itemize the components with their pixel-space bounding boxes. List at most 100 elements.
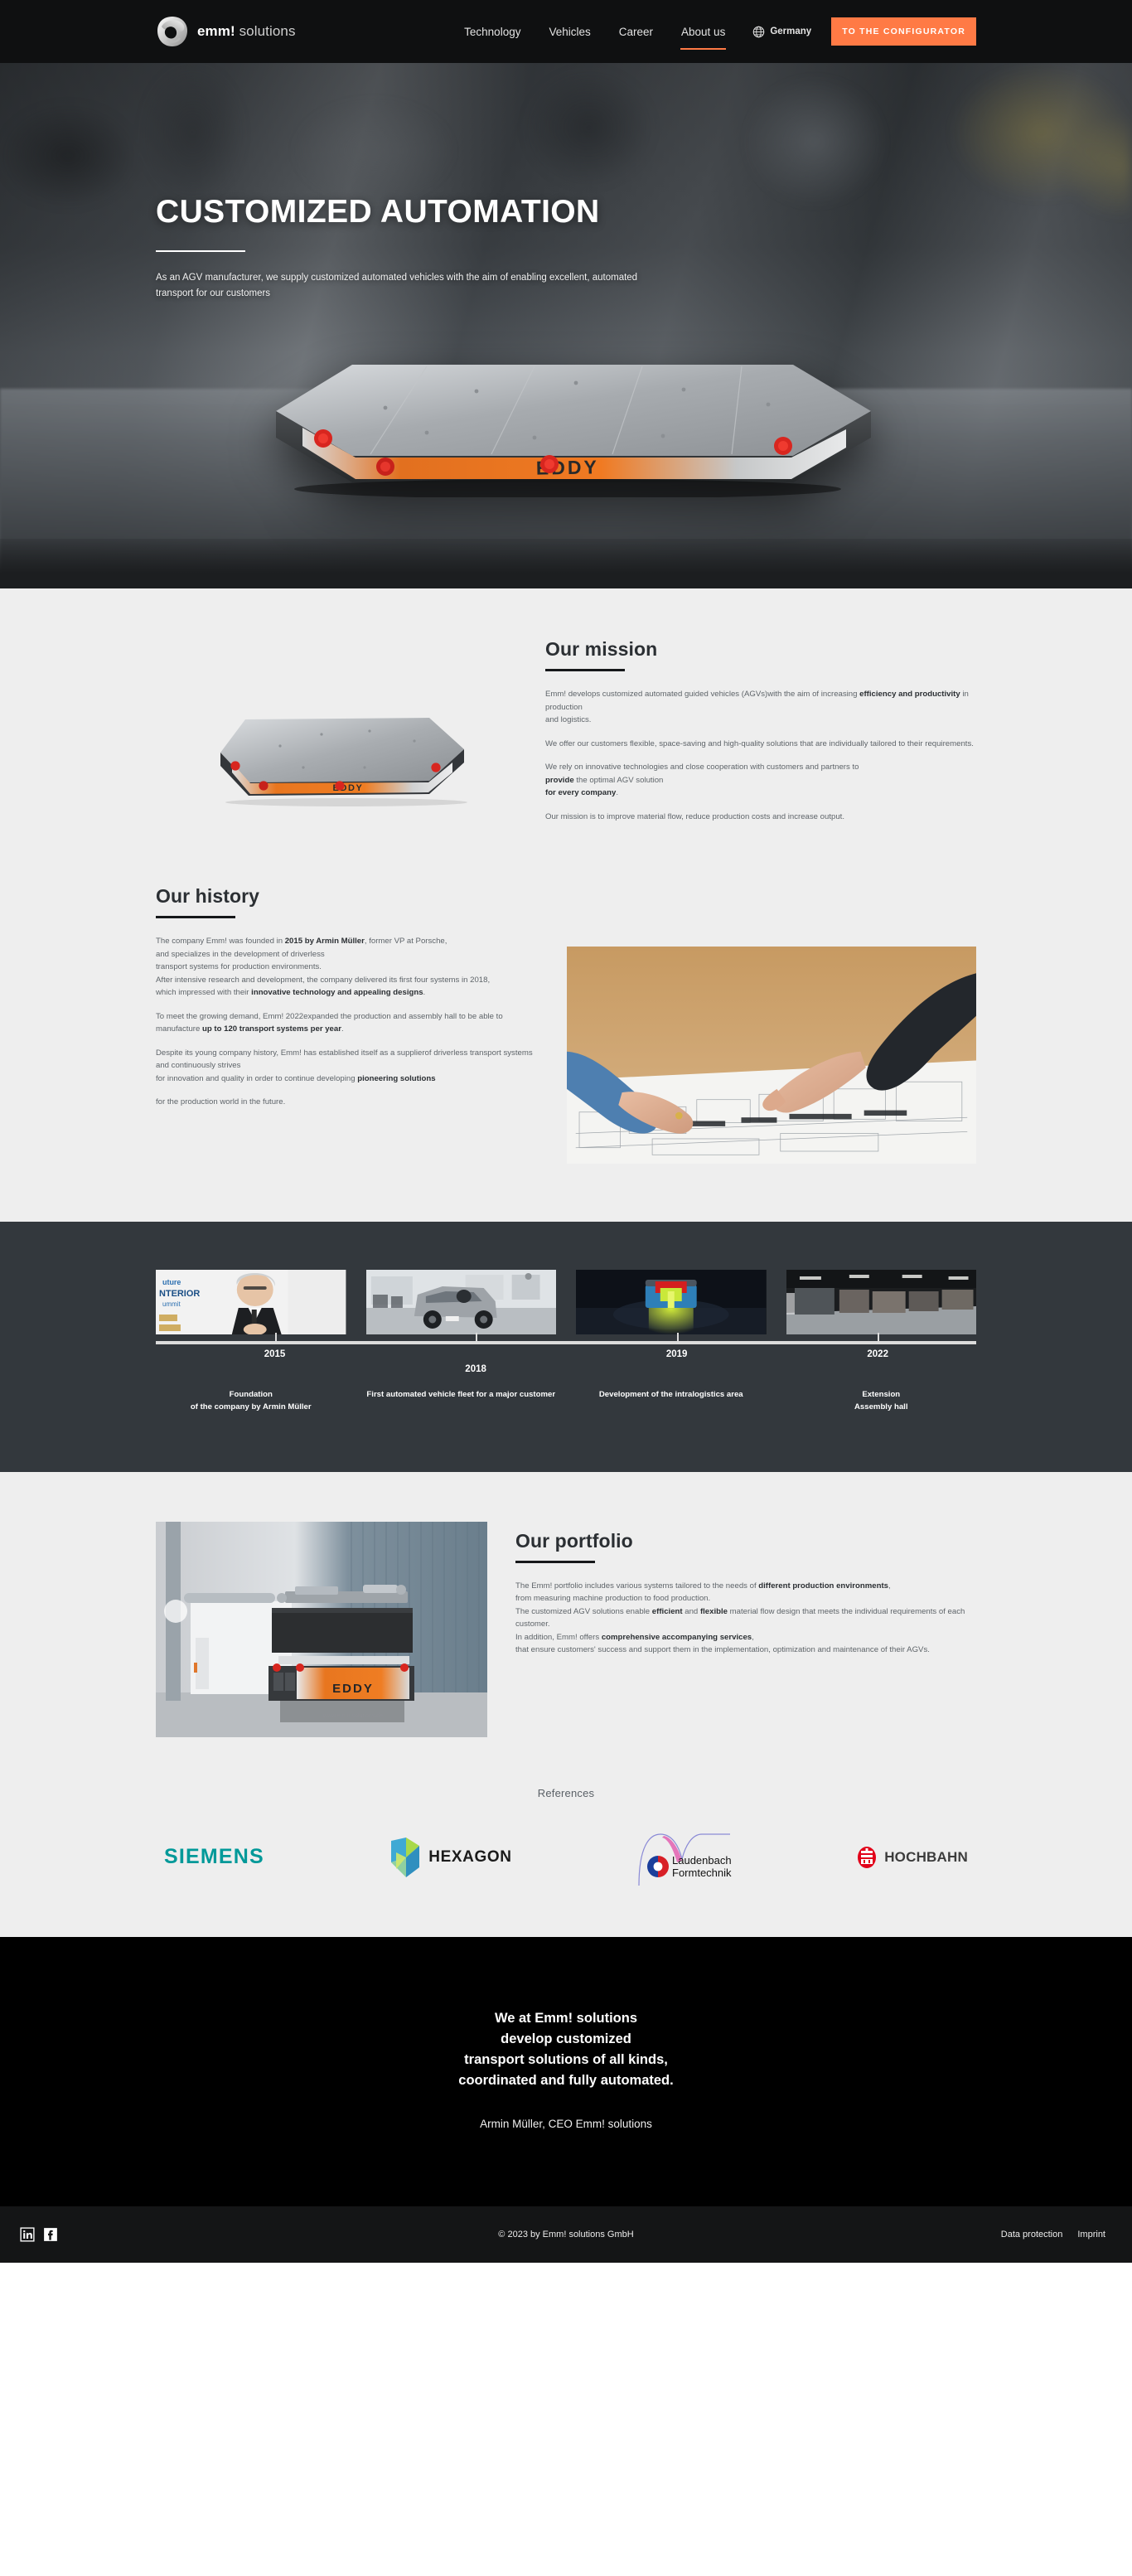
- timeline-thumb-2022: [786, 1270, 976, 1335]
- timeline-year-2019: 2019: [665, 1349, 688, 1360]
- paragraph: We rely on innovative technologies and c…: [545, 761, 976, 800]
- timeline-thumb-2018: [365, 1270, 556, 1335]
- portfolio-body: The Emm! portfolio includes various syst…: [515, 1580, 976, 1657]
- page-root: emm! solutions Technology Vehicles Caree…: [0, 0, 1132, 2264]
- hero-subtitle: As an AGV manufacturer, we supply custom…: [156, 273, 638, 298]
- site-footer: © 2023 by Emm! solutions GmbH Data prote…: [0, 2206, 1132, 2264]
- body-text: .: [423, 988, 426, 998]
- emphasis-text: flexible: [699, 1606, 728, 1616]
- timeline-caption-2015: Foundation of the company by Armin Mülle…: [190, 1390, 312, 1411]
- svg-text:uture: uture: [162, 1278, 181, 1286]
- footer-link-imprint[interactable]: Imprint: [1077, 2230, 1105, 2239]
- hero-content: CUSTOMIZED AUTOMATION As an AGV manufact…: [0, 63, 1132, 302]
- timeline-thumb-2015: uture NTERIOR ummit: [156, 1270, 346, 1335]
- timeline-year-2018: 2018: [465, 1364, 486, 1375]
- timeline-years: 2015 2018 2019 2022: [156, 1349, 976, 1374]
- brand-name-bold: emm!: [197, 23, 235, 39]
- timeline-item-2015: uture NTERIOR ummit: [156, 1270, 346, 1335]
- reference-logo-siemens[interactable]: SIEMENS: [164, 1845, 264, 1869]
- brand-name-light: solutions: [235, 23, 296, 39]
- mission-copy: Our mission Emm! develops customized aut…: [520, 622, 976, 823]
- emphasis-text: efficiency and productivity: [859, 690, 960, 699]
- hochbahn-logo-icon: [858, 1846, 877, 1868]
- body-text: Emm! develops customized automated guide…: [545, 690, 860, 699]
- body-text: The company Emm! was founded in: [156, 937, 285, 946]
- timeline-section: uture NTERIOR ummit 2015 2018 2019 2022 …: [0, 1222, 1132, 1472]
- footer-link-data-protection[interactable]: Data protection: [1001, 2230, 1063, 2239]
- history-title: Our history: [156, 885, 260, 907]
- body-text: and: [682, 1606, 700, 1616]
- timeline-caption-2022: Extension Assembly hall: [854, 1390, 908, 1411]
- footer-links: Data protection Imprint: [1001, 2230, 1105, 2239]
- mission-agv-image: EDDY: [156, 670, 520, 827]
- svg-text:Formtechnik: Formtechnik: [672, 1867, 732, 1879]
- laudenbach-logo-icon: Laudenbach Formtechnik: [638, 1833, 732, 1886]
- nav-item-about-us[interactable]: About us: [667, 0, 739, 63]
- mission-title-rule: [545, 669, 625, 671]
- hochbahn-wordmark: HOCHBAHN: [884, 1848, 968, 1865]
- mission-section: EDDY Our mission Emm! develops customize…: [0, 588, 1132, 1223]
- nav-item-technology[interactable]: Technology: [450, 0, 535, 63]
- paragraph: To meet the growing demand, Emm! 2022exp…: [156, 1010, 537, 1036]
- body-text: and logistics.: [545, 715, 592, 725]
- language-selector[interactable]: Germany: [739, 26, 825, 38]
- portfolio-section: EDDY www.emm-solutions.de Our portfolio …: [0, 1471, 1132, 1937]
- hexagon-wordmark: HEXAGON: [428, 1847, 512, 1866]
- body-text: .: [341, 1024, 344, 1034]
- reference-logo-hochbahn[interactable]: HOCHBAHN: [857, 1846, 968, 1869]
- linkedin-icon[interactable]: [20, 2227, 35, 2242]
- history-figure: [567, 885, 976, 1165]
- footer-copyright: © 2023 by Emm! solutions GmbH: [498, 2230, 634, 2240]
- portfolio-title-rule: [515, 1560, 595, 1563]
- timeline-year-2022: 2022: [867, 1349, 888, 1360]
- mission-figure: EDDY: [156, 622, 520, 827]
- paragraph: The company Emm! was founded in 2015 by …: [156, 935, 537, 1000]
- timeline-year-2015: 2015: [264, 1349, 286, 1360]
- nav-item-vehicles[interactable]: Vehicles: [535, 0, 604, 63]
- timeline-item-2019: [576, 1270, 767, 1335]
- body-text: Despite its young company history, Emm! …: [156, 1048, 533, 1083]
- history-section: Our history The company Emm! was founded…: [0, 877, 1132, 1222]
- timeline-captions: Foundation of the company by Armin Mülle…: [156, 1389, 976, 1414]
- references-section: References SIEMENS HEXAGON Laudenbach Fo…: [0, 1779, 1132, 1937]
- brand-text: emm! solutions: [197, 23, 296, 40]
- nav-item-career[interactable]: Career: [605, 0, 667, 63]
- social-links: [20, 2227, 58, 2242]
- site-header: emm! solutions Technology Vehicles Caree…: [0, 0, 1132, 63]
- globe-icon: [753, 26, 765, 37]
- language-label: Germany: [770, 27, 812, 36]
- siemens-wordmark: SIEMENS: [164, 1845, 264, 1869]
- hero-agv-vehicle-image: EDDY: [276, 365, 871, 497]
- emphasis-text: efficient: [651, 1606, 683, 1616]
- reference-logo-hexagon[interactable]: HEXAGON: [388, 1836, 511, 1879]
- hero-section: CUSTOMIZED AUTOMATION As an AGV manufact…: [0, 63, 1132, 588]
- history-title-rule: [156, 916, 235, 918]
- hexagon-logo-icon: [391, 1837, 420, 1877]
- configurator-button[interactable]: TO THE CONFIGURATOR: [831, 17, 976, 46]
- emphasis-text: comprehensive accompanying services: [601, 1632, 752, 1642]
- emphasis-text: up to 120 transport systems per year: [202, 1024, 341, 1034]
- portfolio-figure: EDDY www.emm-solutions.de: [156, 1521, 487, 1737]
- hero-bottom-band: [0, 539, 1132, 588]
- paragraph: for the production world in the future.: [156, 1096, 537, 1109]
- quote-author: Armin Müller, CEO Emm! solutions: [480, 2118, 652, 2131]
- body-text: .: [616, 788, 618, 798]
- reference-logo-laudenbach[interactable]: Laudenbach Formtechnik: [636, 1828, 733, 1887]
- timeline-axis: [156, 1333, 976, 1345]
- emphasis-text: innovative technology and appealing desi…: [251, 988, 423, 998]
- svg-text:www.emm-solutions.de: www.emm-solutions.de: [322, 1713, 383, 1719]
- body-text: Our mission is to improve material flow,…: [545, 811, 845, 821]
- references-title: References: [537, 1786, 595, 1799]
- body-text: the optimal AGV solution: [573, 775, 664, 785]
- svg-text:Laudenbach: Laudenbach: [672, 1854, 732, 1867]
- brand-logo[interactable]: emm! solutions: [156, 15, 296, 48]
- paragraph: Our mission is to improve material flow,…: [545, 811, 976, 824]
- facebook-icon[interactable]: [43, 2227, 58, 2242]
- mission-title: Our mission: [545, 638, 658, 660]
- body-text: for the production world in the future.: [156, 1097, 286, 1107]
- portfolio-title: Our portfolio: [515, 1529, 633, 1552]
- quote-text: We at Emm! solutions develop customized …: [458, 2010, 674, 2088]
- emphasis-text: provide: [545, 775, 574, 785]
- emphasis-text: pioneering solutions: [357, 1073, 436, 1083]
- svg-text:EDDY: EDDY: [332, 1682, 374, 1696]
